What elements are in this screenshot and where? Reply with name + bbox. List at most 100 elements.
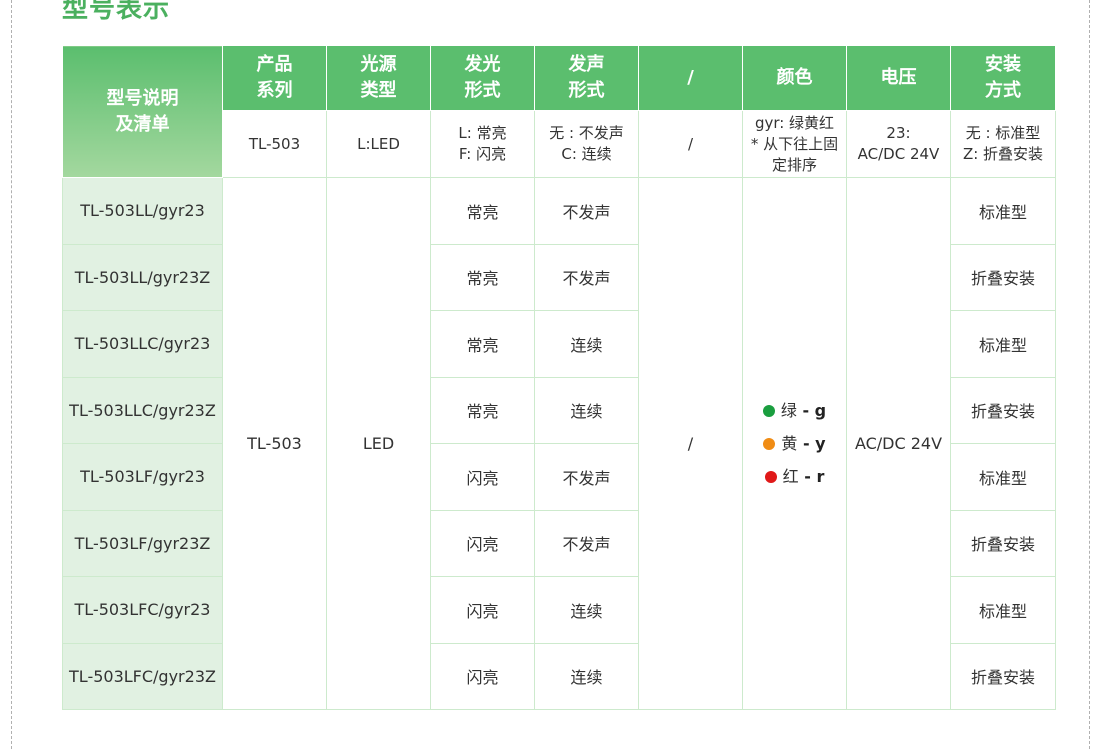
sound-cell: 不发声	[534, 509, 639, 577]
color-name: 黄	[781, 434, 798, 453]
color-name: 红	[782, 467, 799, 486]
model-cell: TL-503LF/gyr23	[62, 443, 223, 511]
color-separator: -	[798, 467, 817, 486]
header-line: 发声	[568, 54, 605, 75]
legend-line: * 从下往上固	[750, 134, 839, 153]
color-dot-icon	[763, 438, 776, 450]
slash-cell: /	[638, 177, 743, 710]
legend-line: AC/DC 24V	[857, 145, 940, 163]
model-cell: TL-503LFC/gyr23Z	[62, 642, 223, 710]
color-code: r	[816, 467, 825, 486]
header-line: 类型	[360, 80, 397, 101]
light-cell: 闪亮	[430, 576, 535, 644]
source-cell: LED	[326, 177, 431, 710]
header-sound: 发声 形式	[534, 45, 639, 111]
corner-header-line: 型号说明	[106, 87, 179, 109]
model-cell: TL-503LLC/gyr23	[62, 310, 223, 378]
sound-cell: 连续	[534, 642, 639, 710]
sound-cell: 连续	[534, 576, 639, 644]
sound-cell: 连续	[534, 376, 639, 444]
model-cell: TL-503LF/gyr23Z	[62, 509, 223, 577]
light-cell: 常亮	[430, 376, 535, 444]
legend-slash: /	[638, 110, 743, 178]
legend-line: 无 : 不发声	[549, 124, 624, 142]
legend-line: 定排序	[771, 155, 817, 174]
mount-cell: 折叠安装	[950, 243, 1056, 311]
header-line: 光源	[360, 54, 397, 75]
legend-color: gyr: 绿黄红 * 从下往上固 定排序	[742, 110, 847, 178]
header-line: 产品	[256, 54, 293, 75]
legend-line: L: 常亮	[458, 124, 507, 142]
header-line: 形式	[464, 80, 501, 101]
header-line: 安装	[985, 54, 1021, 75]
header-line: 发光	[464, 54, 501, 75]
header-color: 颜色	[742, 45, 847, 111]
legend-line: Z: 折叠安装	[962, 145, 1044, 163]
mount-cell: 标准型	[950, 576, 1056, 644]
color-dot-icon	[764, 471, 777, 483]
header-source: 光源 类型	[326, 45, 431, 111]
color-cell: 绿 - g黄 - y红 - r	[742, 177, 847, 710]
sound-cell: 不发声	[534, 177, 639, 245]
light-cell: 常亮	[430, 243, 535, 311]
model-cell: TL-503LL/gyr23Z	[62, 243, 223, 311]
header-series: 产品 系列	[222, 45, 327, 111]
right-dashed-border	[1089, 0, 1090, 749]
voltage-cell: AC/DC 24V	[846, 177, 951, 710]
corner-header: 型号说明 及清单	[62, 45, 223, 178]
model-table: 型号说明 及清单 产品 系列 光源 类型 发光 形式 发声 形式 / 颜色 电压…	[62, 45, 1056, 710]
legend-light: L: 常亮 F: 闪亮	[430, 110, 535, 178]
model-cell: TL-503LFC/gyr23	[62, 576, 223, 644]
sound-cell: 连续	[534, 310, 639, 378]
header-line: 形式	[568, 80, 605, 101]
legend-source: L:LED	[326, 110, 431, 178]
mount-cell: 折叠安装	[950, 376, 1056, 444]
legend-line: gyr: 绿黄红	[754, 113, 835, 132]
header-line: 电压	[880, 67, 917, 88]
color-name: 绿	[780, 401, 797, 420]
light-cell: 闪亮	[430, 642, 535, 710]
header-light: 发光 形式	[430, 45, 535, 111]
series-cell: TL-503	[222, 177, 327, 710]
mount-cell: 标准型	[950, 310, 1056, 378]
model-cell: TL-503LL/gyr23	[62, 177, 223, 245]
header-mount: 安装 方式	[950, 45, 1056, 111]
legend-line: F: 闪亮	[458, 145, 507, 163]
header-line: 颜色	[776, 67, 813, 88]
legend-line: C: 连续	[561, 145, 612, 163]
color-dot-icon	[762, 405, 775, 417]
mount-cell: 标准型	[950, 443, 1056, 511]
sound-cell: 不发声	[534, 243, 639, 311]
page-title: 型号表示	[62, 0, 171, 24]
color-legend-item: 绿 - g	[745, 394, 844, 427]
color-separator: -	[797, 434, 816, 453]
light-cell: 闪亮	[430, 509, 535, 577]
color-legend-item: 红 - r	[745, 460, 844, 493]
legend-sound: 无 : 不发声 C: 连续	[534, 110, 639, 178]
model-cell: TL-503LLC/gyr23Z	[62, 376, 223, 444]
color-code: y	[815, 434, 826, 453]
legend-mount: 无 : 标准型 Z: 折叠安装	[950, 110, 1056, 178]
mount-cell: 折叠安装	[950, 642, 1056, 710]
legend-line: 23:	[886, 124, 911, 142]
left-dashed-border	[11, 0, 12, 749]
sound-cell: 不发声	[534, 443, 639, 511]
color-separator: -	[796, 401, 815, 420]
light-cell: 常亮	[430, 177, 535, 245]
light-cell: 常亮	[430, 310, 535, 378]
header-slash: /	[638, 45, 743, 111]
header-voltage: 电压	[846, 45, 951, 111]
header-line: 方式	[985, 80, 1021, 101]
legend-series: TL-503	[222, 110, 327, 178]
header-line: /	[687, 67, 694, 88]
legend-voltage: 23: AC/DC 24V	[846, 110, 951, 178]
color-legend-item: 黄 - y	[745, 427, 844, 460]
color-code: g	[814, 401, 827, 420]
light-cell: 闪亮	[430, 443, 535, 511]
table-row: TL-503LL/gyr23 TL-503 LED 常亮 不发声 / 绿 - g黄 - y红…	[62, 177, 1056, 710]
legend-line: 无 : 标准型	[965, 124, 1041, 142]
header-line: 系列	[256, 80, 293, 101]
mount-cell: 标准型	[950, 177, 1056, 245]
corner-header-line: 及清单	[115, 113, 170, 135]
mount-cell: 折叠安装	[950, 509, 1056, 577]
